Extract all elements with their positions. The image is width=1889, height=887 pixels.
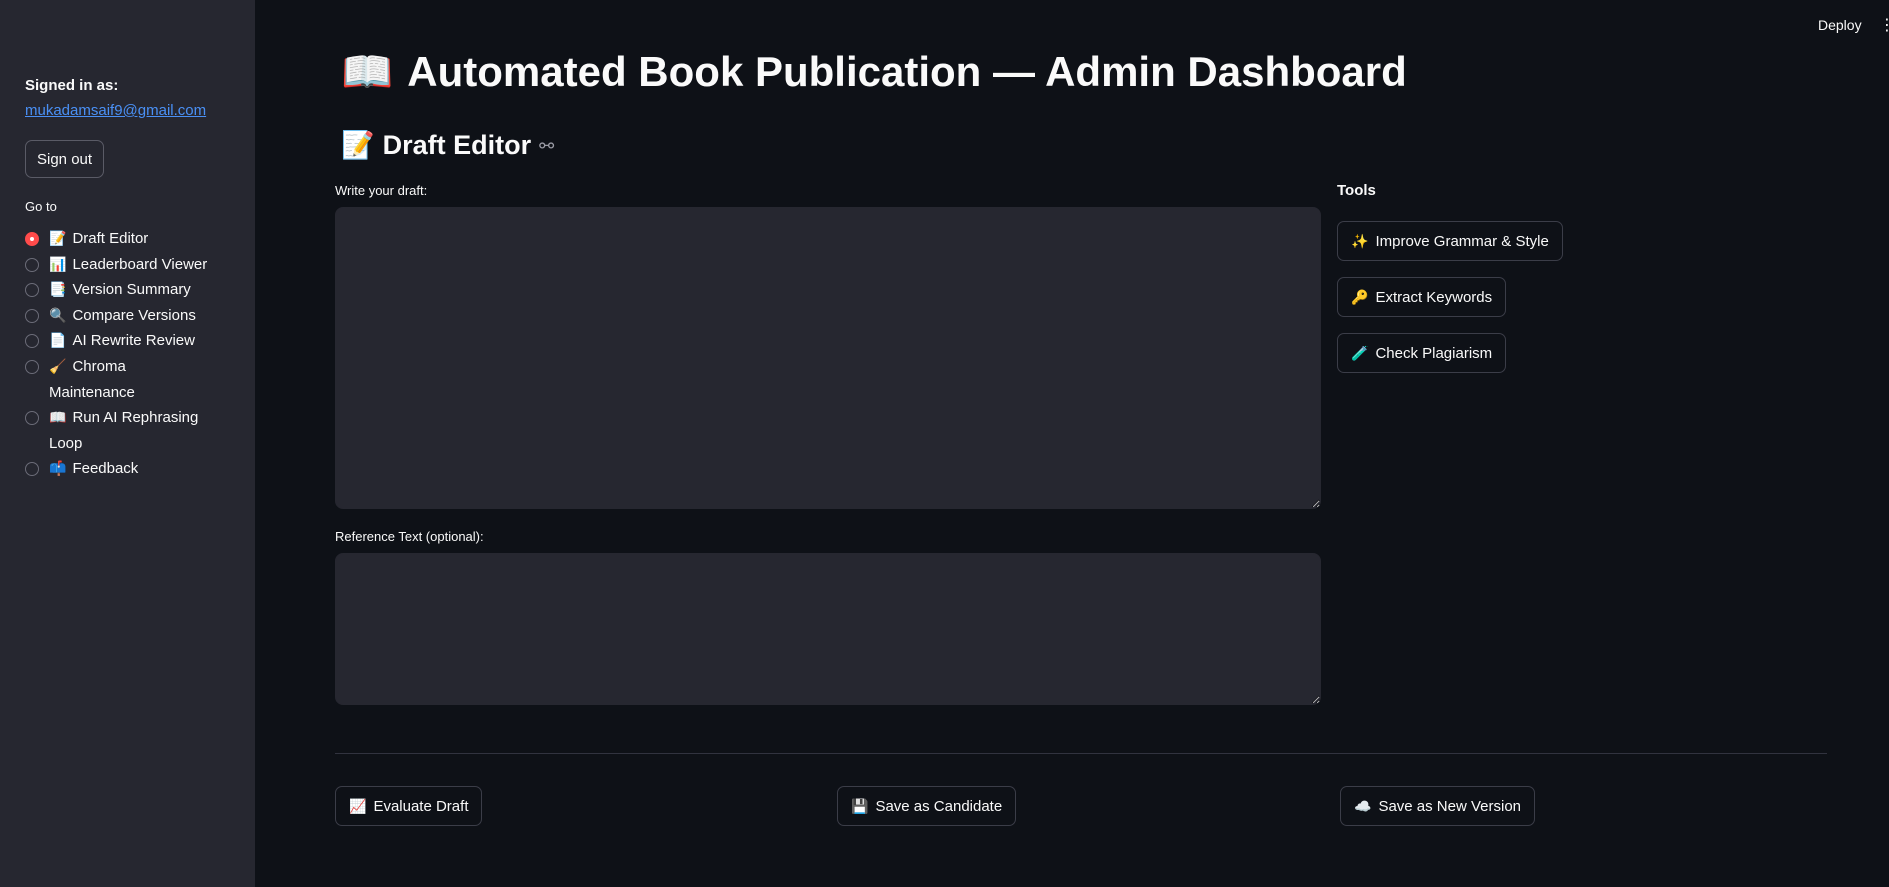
extract-keywords-button[interactable]: 🔑 Extract Keywords [1337,277,1507,317]
save-new-version-button[interactable]: ☁️ Save as New Version [1340,786,1536,826]
nav-item-label: Feedback [72,460,139,478]
broom-icon: 🧹 [49,357,67,374]
radio-icon[interactable] [25,283,39,298]
page-title-text: Automated Book Publication — Admin Dashb… [407,48,1407,95]
nav-item-draft-editor[interactable]: 📝 Draft Editor [25,226,250,252]
check-plagiarism-label: Check Plagiarism [1375,344,1493,362]
open-book-icon: 📖 [341,48,394,95]
evaluate-draft-label: Evaluate Draft [373,797,469,815]
radio-icon[interactable] [25,411,39,426]
tools-title: Tools [1337,182,1376,199]
section-title-text: Draft Editor [382,130,532,160]
magnifier-icon: 🔍 [49,306,67,323]
goto-label: Go to [25,199,57,214]
nav-item-compare-versions[interactable]: 🔍 Compare Versions [25,303,250,329]
nav-item-ai-rewrite-review[interactable]: 📄 AI Rewrite Review [25,328,250,354]
cloud-icon: ☁️ [1354,797,1372,814]
reference-textarea[interactable] [335,553,1321,705]
radio-icon[interactable] [25,257,39,272]
sparkles-icon: ✨ [1351,232,1369,249]
app-root: Signed in as: mukadamsaif9@gmail.com Sig… [0,0,1889,887]
memo-icon: 📝 [341,130,375,160]
save-candidate-label: Save as Candidate [875,797,1003,815]
evaluate-draft-button[interactable]: 📈 Evaluate Draft [335,786,483,826]
nav-item-label: Compare Versions [72,306,196,324]
radio-icon[interactable] [25,334,39,349]
reference-label: Reference Text (optional): [335,529,484,544]
radio-icon[interactable] [25,308,39,323]
page-title: 📖 Automated Book Publication — Admin Dash… [341,48,1407,97]
sign-out-button[interactable]: Sign out [25,140,105,178]
save-new-version-label: Save as New Version [1378,797,1522,815]
document-icon: 📄 [49,332,67,349]
nav-radio-group: 📝 Draft Editor 📊 Leaderboard Viewer 📑 Versi… [25,226,250,482]
memo-icon: 📝 [49,230,67,246]
chart-increasing-icon: 📈 [349,797,367,814]
radio-icon[interactable] [25,359,39,374]
user-email-link[interactable]: mukadamsaif9@gmail.com [25,102,206,119]
nav-item-version-summary[interactable]: 📑 Version Summary [25,277,250,303]
test-tube-icon: 🧪 [1351,344,1369,361]
section-title: 📝 Draft Editor ⚯ [341,129,554,161]
bar-chart-icon: 📊 [49,255,67,272]
nav-item-label: Run AI Rephrasing Loop [49,409,199,452]
signed-in-label: Signed in as: [25,77,119,94]
improve-grammar-button[interactable]: ✨ Improve Grammar & Style [1337,221,1563,261]
extract-keywords-label: Extract Keywords [1375,288,1493,306]
more-menu-icon[interactable]: ⋮ [1879,17,1889,35]
nav-item-label: Draft Editor [72,230,149,247]
key-icon: 🔑 [1351,288,1369,305]
bookmark-tabs-icon: 📑 [49,281,67,298]
nav-item-label: Leaderboard Viewer [72,255,208,273]
draft-label: Write your draft: [335,183,428,198]
radio-selected-icon[interactable] [25,232,39,246]
link-icon[interactable]: ⚯ [539,136,554,157]
floppy-disk-icon: 💾 [851,797,869,814]
draft-textarea[interactable] [335,207,1321,509]
mailbox-icon: 📫 [49,460,67,477]
nav-item-feedback[interactable]: 📫 Feedback [25,456,250,482]
improve-grammar-label: Improve Grammar & Style [1375,232,1549,250]
open-book-icon: 📖 [49,409,67,426]
nav-item-label: Version Summary [72,281,191,299]
radio-icon[interactable] [25,462,39,477]
sidebar: Signed in as: mukadamsaif9@gmail.com Sig… [0,0,255,887]
nav-item-chroma-maintenance[interactable]: 🧹 Chroma Maintenance [25,354,250,405]
check-plagiarism-button[interactable]: 🧪 Check Plagiarism [1337,333,1507,373]
save-candidate-button[interactable]: 💾 Save as Candidate [837,786,1017,826]
nav-item-label: AI Rewrite Review [72,332,195,350]
divider [335,753,1827,754]
nav-item-leaderboard-viewer[interactable]: 📊 Leaderboard Viewer [25,252,250,278]
nav-item-run-ai-rephrasing-loop[interactable]: 📖 Run AI Rephrasing Loop [25,405,250,456]
deploy-button[interactable]: Deploy [1818,17,1862,33]
